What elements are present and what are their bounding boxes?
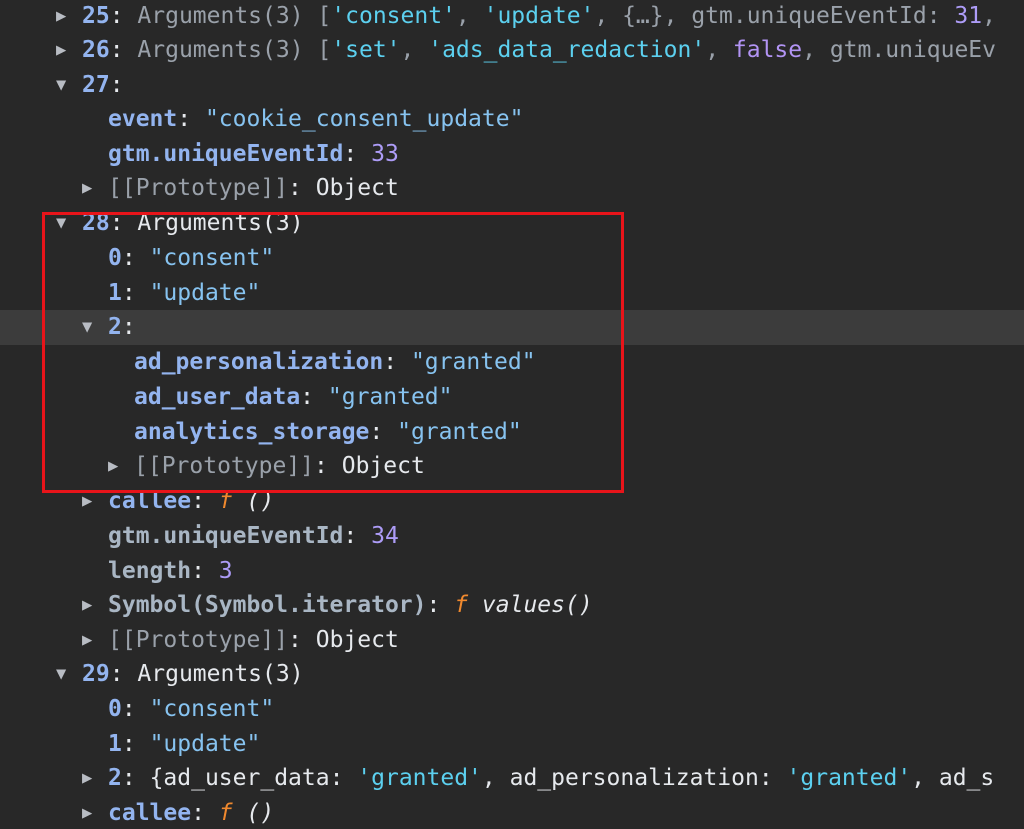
property-key: gtm.uniqueEventId	[108, 523, 344, 549]
property-key: analytics_storage	[134, 419, 370, 445]
property-key: 0	[108, 696, 122, 722]
property-key: event	[108, 106, 178, 132]
property-value: 34	[371, 523, 399, 549]
prototype-key: [[Prototype]]	[134, 453, 315, 479]
property-row[interactable]: ▶ 2: {ad_user_data: 'granted', ad_persona…	[0, 761, 1024, 796]
collapse-triangle-icon[interactable]: ▼	[56, 68, 82, 103]
property-key: 1	[108, 731, 122, 757]
property-value: "granted"	[410, 349, 536, 375]
property-row: length: 3	[108, 558, 233, 584]
entry-summary: Arguments(3) [	[123, 3, 332, 29]
property-key: ad_personalization	[134, 349, 384, 375]
property-key: 2	[108, 765, 122, 791]
property-row: 0: "consent"	[108, 696, 275, 722]
symbol-iterator-row[interactable]: ▶ Symbol(Symbol.iterator): f values()	[0, 588, 1024, 623]
property-row: analytics_storage: "granted"	[134, 419, 522, 445]
callee-row[interactable]: ▶ callee: f ()	[0, 796, 1024, 829]
prototype-key: [[Prototype]]	[108, 175, 289, 201]
property-key: ad_user_data	[134, 384, 301, 410]
expand-triangle-icon[interactable]: ▶	[82, 796, 108, 829]
entry-key: 25	[82, 3, 110, 29]
property-value: "granted"	[327, 384, 453, 410]
expand-triangle-icon[interactable]: ▶	[108, 449, 134, 484]
property-key: gtm.uniqueEventId	[108, 141, 344, 167]
function-icon: f	[218, 800, 233, 826]
expand-triangle-icon[interactable]: ▶	[82, 761, 108, 796]
property-row: gtm.uniqueEventId: 34	[108, 523, 399, 549]
entry-summary: Arguments(3)	[123, 661, 304, 687]
property-value: "update"	[149, 280, 261, 306]
property-row-hovered[interactable]: ▼ 2:	[0, 310, 1024, 345]
callee-row[interactable]: ▶ callee: f ()	[0, 484, 1024, 519]
property-value: "update"	[149, 731, 261, 757]
property-row: 1: "update"	[108, 280, 261, 306]
prototype-key: [[Prototype]]	[108, 627, 289, 653]
function-icon: f	[454, 592, 469, 618]
property-value: "consent"	[149, 245, 275, 271]
property-value: "cookie_consent_update"	[204, 106, 524, 132]
entry-27-row[interactable]: ▼ 27:	[0, 68, 1024, 103]
entry-key: 28	[82, 210, 110, 236]
property-row: 1: "update"	[108, 731, 261, 757]
property-value: "consent"	[149, 696, 275, 722]
prototype-row[interactable]: ▶ [[Prototype]]: Object	[0, 449, 1024, 484]
function-icon: f	[218, 488, 233, 514]
entry-key: 29	[82, 661, 110, 687]
entry-25-row[interactable]: ▶ 25: Arguments(3) ['consent', 'update', …	[0, 0, 1024, 34]
property-row: ad_personalization: "granted"	[134, 349, 536, 375]
property-key: 0	[108, 245, 122, 271]
expand-triangle-icon[interactable]: ▶	[82, 484, 108, 519]
entry-29-row[interactable]: ▼ 29: Arguments(3)	[0, 657, 1024, 692]
property-row: gtm.uniqueEventId: 33	[108, 141, 399, 167]
property-key: Symbol(Symbol.iterator)	[108, 592, 427, 618]
property-key: length	[108, 558, 192, 584]
collapse-triangle-icon[interactable]: ▼	[56, 206, 82, 241]
expand-triangle-icon[interactable]: ▶	[82, 623, 108, 658]
expand-triangle-icon[interactable]: ▶	[82, 171, 108, 206]
expand-triangle-icon[interactable]: ▶	[56, 33, 82, 68]
property-key: 1	[108, 280, 122, 306]
expand-triangle-icon[interactable]: ▶	[56, 0, 82, 34]
entry-28-row[interactable]: ▼ 28: Arguments(3)	[0, 206, 1024, 241]
expand-triangle-icon[interactable]: ▶	[82, 588, 108, 623]
entry-key: 26	[82, 37, 110, 63]
property-key: 2	[108, 314, 122, 340]
collapse-triangle-icon[interactable]: ▼	[82, 310, 108, 345]
property-row: event: "cookie_consent_update"	[108, 106, 524, 132]
property-value: 33	[371, 141, 399, 167]
property-key: callee	[108, 800, 192, 826]
property-value: 3	[218, 558, 233, 584]
entry-key: 27	[82, 72, 110, 98]
property-row: ad_user_data: "granted"	[134, 384, 453, 410]
prototype-row[interactable]: ▶ [[Prototype]]: Object	[0, 171, 1024, 206]
property-value: "granted"	[397, 419, 522, 445]
devtools-console-object-tree: ▶ 25: Arguments(3) ['consent', 'update', …	[0, 0, 1024, 829]
collapse-triangle-icon[interactable]: ▼	[56, 657, 82, 692]
prototype-row[interactable]: ▶ [[Prototype]]: Object	[0, 623, 1024, 658]
entry-26-row[interactable]: ▶ 26: Arguments(3) ['set', 'ads_data_reda…	[0, 33, 1024, 68]
property-key: callee	[108, 488, 192, 514]
entry-summary: Arguments(3)	[123, 210, 304, 236]
entry-summary: Arguments(3) [	[123, 37, 332, 63]
property-row: 0: "consent"	[108, 245, 275, 271]
